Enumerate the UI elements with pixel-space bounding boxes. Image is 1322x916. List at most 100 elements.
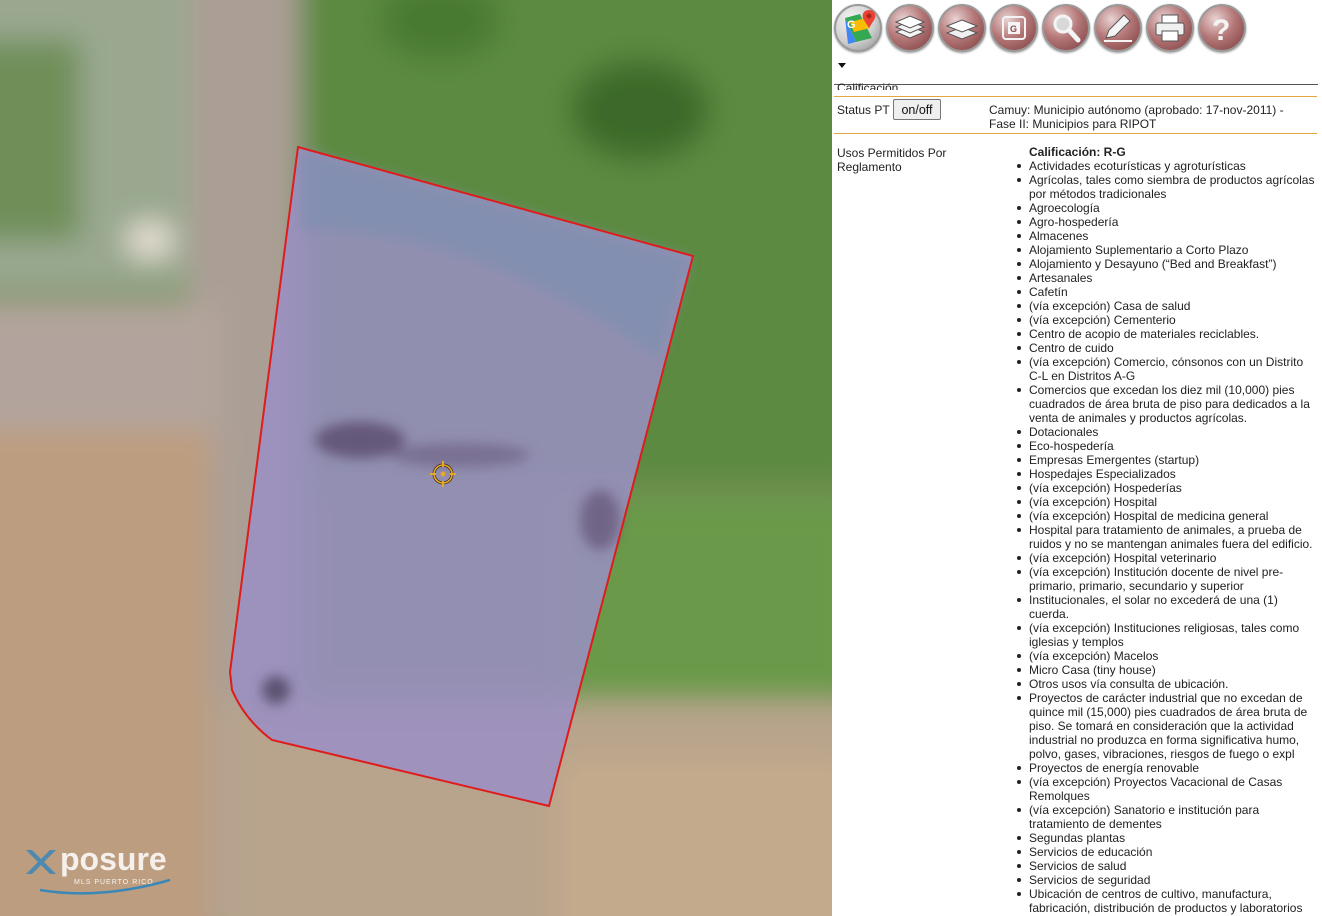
uso-item-line: Agro-hospedería [1029,215,1119,229]
uso-item: Empresas Emergentes (startup) [1017,453,1319,467]
uso-item-line: (vía excepción) Hospederías [1029,481,1182,495]
uso-item: Ubicación de centros de cultivo, manufac… [1017,887,1319,915]
uso-item-line: piso. Se tomará en consideración que la … [1029,719,1294,733]
uso-item: Agroecología [1017,201,1319,215]
uso-item: (vía excepción) Macelos [1017,649,1319,663]
uso-item: (vía excepción) Sanatorio e institución … [1017,803,1319,831]
uso-item: (vía excepción) Casa de salud [1017,299,1319,313]
geo-info-button[interactable]: G [990,4,1038,52]
uso-item: (vía excepción) Hospederías [1017,481,1319,495]
uso-item-line: Agroecología [1029,201,1100,215]
print-icon [1155,14,1185,42]
uso-item: Centro de acopio de materiales reciclabl… [1017,327,1319,341]
uso-item-line: Segundas plantas [1029,831,1126,845]
uso-item-line: Centro de acopio de materiales reciclabl… [1029,327,1260,341]
uso-item: (vía excepción) Hospital veterinario [1017,551,1319,565]
uso-item: Micro Casa (tiny house) [1017,663,1319,677]
geo-info-icon: G [1002,16,1026,40]
uso-item: (vía excepción) Proyectos Vacacional de … [1017,775,1319,803]
uso-item: Centro de cuido [1017,341,1319,355]
uso-item: Agrícolas, tales como siembra de product… [1017,173,1319,201]
uso-item-line: (vía excepción) Instituciones religiosas… [1029,621,1300,635]
uso-item: Cafetín [1017,285,1319,299]
uso-item: Proyectos de energía renovable [1017,761,1319,775]
uso-item-line: (vía excepción) Hospital [1029,495,1158,509]
google-maps-button[interactable]: G [834,4,882,52]
uso-item: Servicios de salud [1017,859,1319,873]
help-button[interactable]: ? [1198,4,1246,52]
toolbar: G G ? [832,0,1322,58]
uso-item-line: (vía excepción) Macelos [1029,649,1159,663]
status-pt-label: Status PT [837,103,890,117]
satellite-map[interactable]: posure MLS PUERTO RICO [0,0,832,916]
uso-item-line: quince mil (15,000) pies cuadrados de ár… [1029,705,1308,719]
layers-button[interactable] [886,4,934,52]
google-maps-icon: G [845,10,876,44]
uso-item: Alojamiento Suplementario a Corto Plazo [1017,243,1319,257]
uso-item-line: Proyectos de energía renovable [1029,761,1200,775]
uso-item: (vía excepción) Cementerio [1017,313,1319,327]
uso-item: Servicios de educación [1017,845,1319,859]
edit-button[interactable] [1094,4,1142,52]
uso-item-line: Cafetín [1029,285,1068,299]
usos-permitidos-label: Usos Permitidos Por Reglamento [837,146,946,174]
uso-item-line: cuadrados de área bruta de piso para ded… [1029,397,1310,411]
uso-item-line: (vía excepción) Institución docente de n… [1029,565,1284,579]
status-value-line: Fase II: Municipios para RIPOT [989,117,1157,131]
uso-item-line: Servicios de salud [1029,859,1127,873]
uso-item: Alojamiento y Desayuno (“Bed and Breakfa… [1017,257,1319,271]
uso-item-line: (vía excepción) Cementerio [1029,313,1176,327]
uso-item: Eco-hospedería [1017,439,1319,453]
uso-item: Dotacionales [1017,425,1319,439]
uso-item-line: Micro Casa (tiny house) [1029,663,1156,677]
uso-item-line: Servicios de educación [1029,845,1153,859]
uso-item-line: (vía excepción) Hospital veterinario [1029,551,1217,565]
uso-item-line: Artesanales [1029,271,1093,285]
calificacion-title: Calificación: R-G [1029,145,1126,159]
uso-item: (vía excepción) Hospital [1017,495,1319,509]
search-button[interactable] [1042,4,1090,52]
divider [834,133,1317,134]
print-button[interactable] [1146,4,1194,52]
divider [834,96,1317,97]
uso-item-line: industrial no produzca en forma signific… [1029,733,1300,747]
uso-item-line: Agrícolas, tales como siembra de product… [1029,173,1315,187]
uso-item-line: Institucionales, el solar no excederá de… [1029,593,1278,607]
svg-text:G: G [847,19,856,31]
uso-item-line: Hospital para tratamiento de animales, a… [1029,523,1302,537]
uso-item: Artesanales [1017,271,1319,285]
layers-icon [894,15,926,39]
uso-item: (vía excepción) Instituciones religiosas… [1017,621,1319,649]
uso-item-line: (vía excepción) Proyectos Vacacional de … [1029,775,1283,789]
uso-item-line: C-L en Distritos A-G [1029,369,1136,383]
uso-item-line: (vía excepción) Comercio, cónsonos con u… [1029,355,1304,369]
uso-item-line: por métodos tradicionales [1029,187,1167,201]
map-view[interactable]: posure MLS PUERTO RICO [0,0,832,916]
uso-item: Institucionales, el solar no excederá de… [1017,593,1319,621]
uso-item-line: Remolques [1029,789,1090,803]
uso-item-line: (vía excepción) Casa de salud [1029,299,1191,313]
uso-item: Almacenes [1017,229,1319,243]
status-pt-value: Camuy: Municipio autónomo (aprobado: 17-… [989,103,1284,131]
uso-item: Agro-hospedería [1017,215,1319,229]
svg-text:?: ? [1212,14,1230,47]
uso-item-line: Comercios que excedan los diez mil (10,0… [1029,383,1295,397]
uso-item-line: Almacenes [1029,229,1089,243]
uso-item-line: Eco-hospedería [1029,439,1114,453]
uso-item-line: polvo, gases, vibraciones, riesgos de fu… [1029,747,1295,761]
xposure-wordmark: posure [60,841,167,877]
uso-item: Comercios que excedan los diez mil (10,0… [1017,383,1319,425]
layers-alt-button[interactable] [938,4,986,52]
layer-dropdown[interactable] [834,58,1318,85]
uso-item: (vía excepción) Comercio, cónsonos con u… [1017,355,1319,383]
uso-item: (vía excepción) Hospital de medicina gen… [1017,509,1319,523]
uso-item-line: Hospedajes Especializados [1029,467,1176,481]
uso-item-line: iglesias y templos [1029,635,1124,649]
help-icon: ? [1212,14,1230,47]
uso-item-line: (vía excepción) Sanatorio e institución … [1029,803,1260,817]
uso-item-line: Empresas Emergentes (startup) [1029,453,1200,467]
search-icon [1053,14,1081,43]
status-toggle-button[interactable]: on/off [893,99,941,120]
uso-item: Hospedajes Especializados [1017,467,1319,481]
caret-down-icon [838,63,846,68]
